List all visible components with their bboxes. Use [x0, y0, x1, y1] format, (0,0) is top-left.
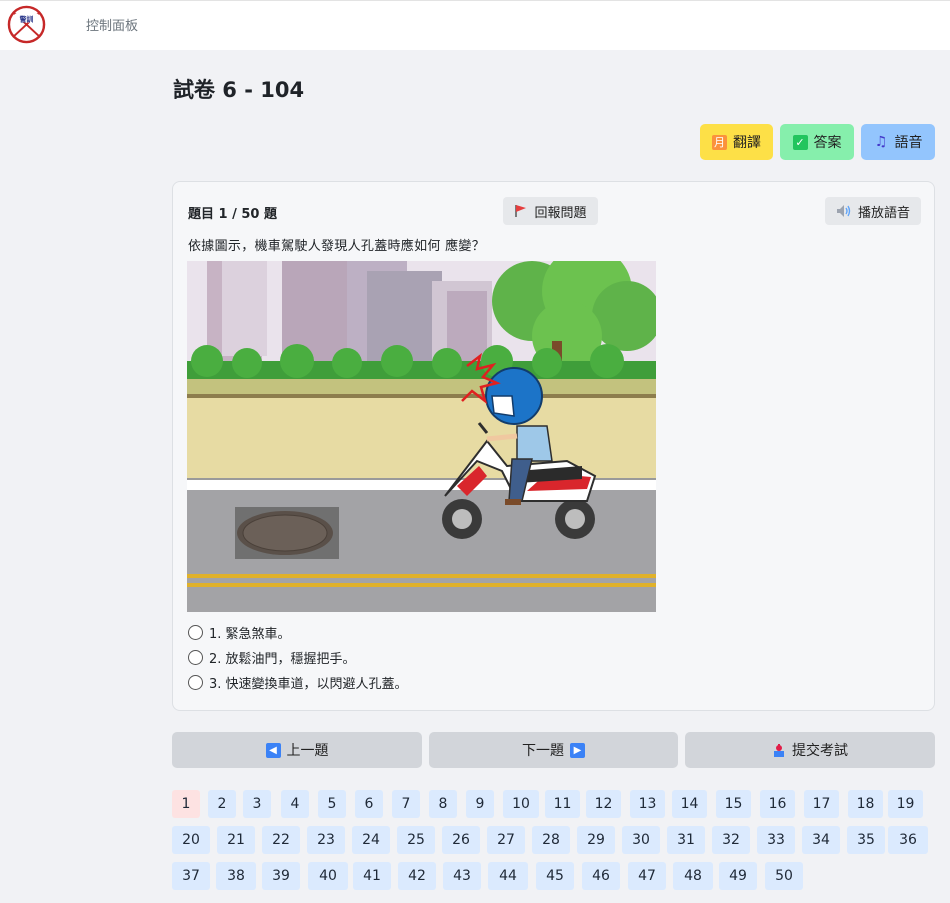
question-number-13[interactable]: 13 — [630, 790, 665, 818]
question-number-30[interactable]: 30 — [622, 826, 660, 854]
translate-label: 翻譯 — [733, 135, 761, 151]
question-number-27[interactable]: 27 — [487, 826, 525, 854]
question-number-49[interactable]: 49 — [719, 862, 757, 890]
play-audio-button[interactable]: 播放語音 — [825, 197, 921, 225]
question-number-22[interactable]: 22 — [262, 826, 300, 854]
question-number-26[interactable]: 26 — [442, 826, 480, 854]
question-number-37[interactable]: 37 — [172, 862, 210, 890]
voice-button[interactable]: ♫ 語音 — [861, 124, 935, 160]
question-number-47[interactable]: 47 — [628, 862, 666, 890]
submit-exam-button[interactable]: 提交考試 — [685, 732, 935, 768]
question-image — [187, 261, 656, 612]
radio-option-3[interactable] — [188, 675, 203, 690]
question-number-11[interactable]: 11 — [545, 790, 580, 818]
voice-label: 語音 — [894, 135, 923, 151]
question-number-46[interactable]: 46 — [582, 862, 620, 890]
arrow-left-icon: ◀ — [265, 742, 281, 758]
answer-label: 答案 — [813, 135, 842, 151]
top-navbar: 警訓 控制面板 — [0, 0, 950, 50]
report-label: 回報問題 — [534, 205, 587, 221]
speaker-icon — [836, 205, 851, 217]
question-number-45[interactable]: 45 — [536, 862, 574, 890]
question-number-2[interactable]: 2 — [208, 790, 236, 818]
question-number-19[interactable]: 19 — [888, 790, 923, 818]
question-number-9[interactable]: 9 — [466, 790, 494, 818]
question-number-24[interactable]: 24 — [352, 826, 390, 854]
answer-option-2[interactable]: 2. 放鬆油門，穩握把手。 — [188, 648, 356, 667]
next-question-button[interactable]: 下一題 ▶ — [429, 732, 678, 768]
radio-option-1[interactable] — [188, 625, 203, 640]
translate-icon: 月 — [712, 134, 727, 150]
next-label: 下一題 — [522, 743, 564, 759]
answer-option-3[interactable]: 3. 快速變換車道，以閃避人孔蓋。 — [188, 673, 408, 692]
option-1-text: 1. 緊急煞車。 — [209, 627, 291, 642]
submit-label: 提交考試 — [792, 743, 848, 759]
answer-button[interactable]: ✓ 答案 — [780, 124, 854, 160]
question-number-39[interactable]: 39 — [262, 862, 300, 890]
page-title: 試卷 6 - 104 — [173, 78, 305, 102]
question-number-7[interactable]: 7 — [392, 790, 420, 818]
question-number-48[interactable]: 48 — [673, 862, 713, 890]
question-number-14[interactable]: 14 — [672, 790, 707, 818]
logo-icon[interactable]: 警訓 — [7, 5, 46, 44]
question-number-21[interactable]: 21 — [217, 826, 255, 854]
previous-label: 上一題 — [286, 743, 329, 759]
option-2-text: 2. 放鬆油門，穩握把手。 — [209, 652, 356, 667]
question-number-29[interactable]: 29 — [577, 826, 615, 854]
question-text: 依據圖示，機車駕駛人發現人孔蓋時應如何 應變？ — [188, 239, 486, 254]
question-number-16[interactable]: 16 — [760, 790, 795, 818]
previous-question-button[interactable]: ◀ 上一題 — [172, 732, 422, 768]
question-number-18[interactable]: 18 — [848, 790, 883, 818]
scooter-manhole-illustration — [187, 261, 656, 612]
logo-text: 警訓 — [20, 15, 34, 24]
question-number-15[interactable]: 15 — [716, 790, 751, 818]
arrow-right-icon: ▶ — [570, 742, 585, 758]
question-number-35[interactable]: 35 — [847, 826, 885, 854]
question-number-25[interactable]: 25 — [397, 826, 435, 854]
radio-option-2[interactable] — [188, 650, 203, 665]
question-number-10[interactable]: 10 — [503, 790, 539, 818]
question-number-33[interactable]: 33 — [757, 826, 795, 854]
question-number-36[interactable]: 36 — [888, 826, 928, 854]
question-number-28[interactable]: 28 — [532, 826, 570, 854]
question-number-20[interactable]: 20 — [172, 826, 210, 854]
question-number-34[interactable]: 34 — [802, 826, 840, 854]
question-number-8[interactable]: 8 — [429, 790, 457, 818]
question-number-38[interactable]: 38 — [216, 862, 256, 890]
question-number-1[interactable]: 1 — [172, 790, 200, 818]
question-number-3[interactable]: 3 — [243, 790, 271, 818]
question-number-31[interactable]: 31 — [667, 826, 705, 854]
question-number-41[interactable]: 41 — [353, 862, 391, 890]
question-number-43[interactable]: 43 — [443, 862, 481, 890]
option-3-text: 3. 快速變換車道，以閃避人孔蓋。 — [209, 677, 408, 692]
question-number-4[interactable]: 4 — [281, 790, 309, 818]
play-label: 播放語音 — [857, 205, 910, 221]
nav-dashboard-link[interactable]: 控制面板 — [86, 15, 138, 34]
music-note-icon: ♫ — [874, 134, 888, 150]
answer-option-1[interactable]: 1. 緊急煞車。 — [188, 623, 291, 642]
question-number-6[interactable]: 6 — [355, 790, 383, 818]
question-number-23[interactable]: 23 — [307, 826, 345, 854]
checkmark-icon: ✓ — [792, 134, 808, 150]
question-number-40[interactable]: 40 — [308, 862, 348, 890]
submit-icon — [774, 743, 784, 757]
question-number-5[interactable]: 5 — [318, 790, 346, 818]
question-number-12[interactable]: 12 — [586, 790, 621, 818]
question-number-17[interactable]: 17 — [804, 790, 839, 818]
translate-button[interactable]: 月 翻譯 — [700, 124, 773, 160]
question-number-32[interactable]: 32 — [712, 826, 750, 854]
question-card: 題目 1 / 50 題 回報問題 播放語音 依據圖示，機車駕駛人發現人孔蓋時應如… — [172, 181, 935, 711]
question-number-44[interactable]: 44 — [488, 862, 528, 890]
report-problem-button[interactable]: 回報問題 — [503, 197, 598, 225]
question-number-50[interactable]: 50 — [765, 862, 803, 890]
flag-icon — [515, 205, 527, 217]
question-number-42[interactable]: 42 — [398, 862, 436, 890]
question-counter: 題目 1 / 50 題 — [188, 207, 277, 222]
